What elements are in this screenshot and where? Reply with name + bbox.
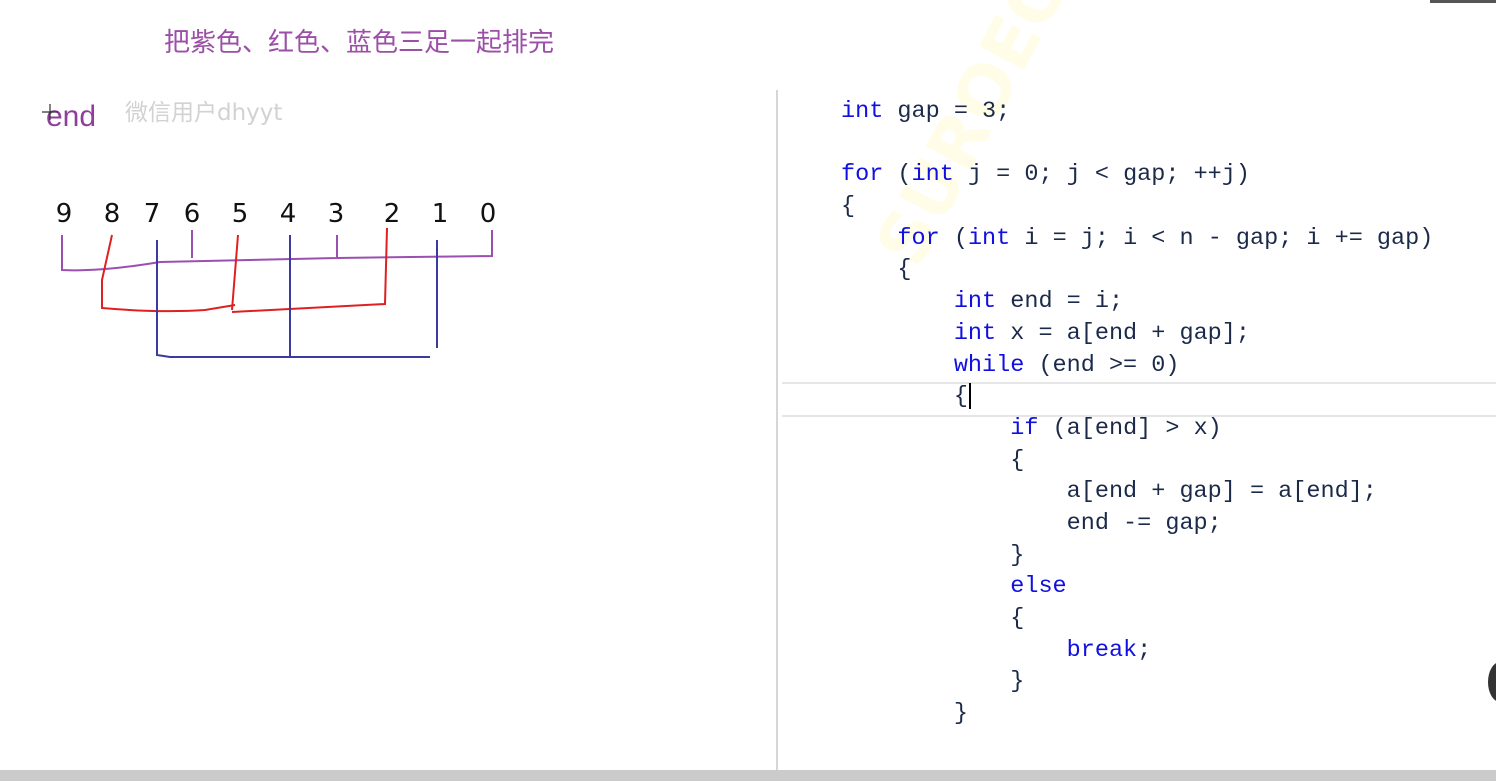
blue-group-line [156, 235, 438, 358]
code-token: j = 0; j < gap; ++j) [953, 161, 1250, 189]
code-token: { [841, 605, 1025, 632]
code-token: gap = 3; [883, 98, 1011, 125]
array-index-9: 9 [56, 199, 73, 229]
keyword-token: int [953, 288, 997, 316]
code-token: { [841, 256, 912, 284]
keyword-token: if [1010, 414, 1039, 442]
code-line: { [841, 381, 1433, 413]
code-line: for (int j = 0; j < gap; ++j) [841, 159, 1433, 191]
code-line: int x = a[end + gap]; [841, 318, 1433, 350]
keyword-token: for [841, 161, 884, 189]
code-token: a[end + gap] = a[end]; [841, 478, 1377, 506]
code-line: end -= gap; [841, 508, 1433, 540]
slide-title: 把紫色、红色、蓝色三足一起排完 [164, 28, 555, 58]
array-index-7: 7 [144, 199, 161, 229]
code-line: } [841, 698, 1433, 730]
keyword-token: int [911, 161, 954, 189]
code-line: { [841, 191, 1433, 223]
window-edge-bar [1430, 0, 1496, 3]
gap-group-diagram: 9 876 5 4 3 2 1 0 [56, 199, 497, 358]
code-token: ( [883, 161, 912, 189]
code-line: } [841, 540, 1433, 572]
code-token: } [841, 700, 968, 728]
code-token: (a[end] > x) [1038, 414, 1222, 442]
code-line: { [841, 254, 1433, 286]
array-index-4: 4 [280, 199, 297, 229]
purple-group-line [61, 230, 493, 272]
crosshair-cursor-icon [42, 104, 58, 120]
code-token: ( [939, 224, 968, 252]
code-line: break; [841, 635, 1433, 667]
keyword-token: int [967, 224, 1011, 252]
code-token: ; [1137, 636, 1152, 664]
panel-divider [776, 90, 778, 770]
keyword-token: while [953, 351, 1025, 379]
code-token: } [841, 541, 1025, 569]
keyword-token: else [1010, 573, 1067, 601]
code-token: } [841, 668, 1025, 696]
code-line: } [841, 666, 1433, 698]
code-line: int gap = 3; [841, 96, 1433, 128]
code-line: { [841, 603, 1433, 635]
array-index-2: 2 [384, 199, 401, 229]
bottom-scrollbar[interactable] [0, 770, 1496, 781]
array-index-8: 8 [104, 199, 121, 229]
code-token: { [841, 446, 1025, 474]
code-line: { [841, 445, 1433, 477]
code-token: end = i; [996, 288, 1124, 316]
code-line: while (end >= 0) [841, 350, 1433, 382]
code-line: if (a[end] > x) [841, 413, 1433, 445]
keyword-token: int [841, 98, 884, 125]
code-token: { [841, 383, 968, 411]
red-group-line [101, 227, 388, 313]
code-line: for (int i = j; i < n - gap; i += gap) [841, 223, 1433, 255]
user-watermark: 微信用户dhyyt [125, 100, 283, 126]
code-editor[interactable]: int gap = 3; for (int j = 0; j < gap; ++j… [841, 96, 1433, 730]
code-token: end -= gap; [841, 509, 1222, 537]
array-index-1: 1 [432, 199, 449, 229]
code-line: int end = i; [841, 286, 1433, 318]
array-index-0: 0 [480, 199, 497, 229]
code-token: { [841, 193, 856, 221]
edge-control [1488, 662, 1496, 702]
keyword-token: int [953, 319, 997, 347]
text-caret [968, 382, 971, 409]
code-token: x = a[end + gap]; [996, 319, 1250, 347]
keyword-token: for [897, 224, 940, 252]
array-index-5: 5 [232, 199, 249, 229]
code-line: a[end + gap] = a[end]; [841, 476, 1433, 508]
code-token: (end >= 0) [1024, 351, 1180, 379]
code-line: else [841, 571, 1433, 603]
code-token: i = j; i < n - gap; i += gap) [1010, 224, 1434, 252]
array-index-6: 6 [184, 199, 201, 229]
keyword-token: break [1066, 636, 1138, 664]
array-index-3: 3 [328, 199, 345, 229]
